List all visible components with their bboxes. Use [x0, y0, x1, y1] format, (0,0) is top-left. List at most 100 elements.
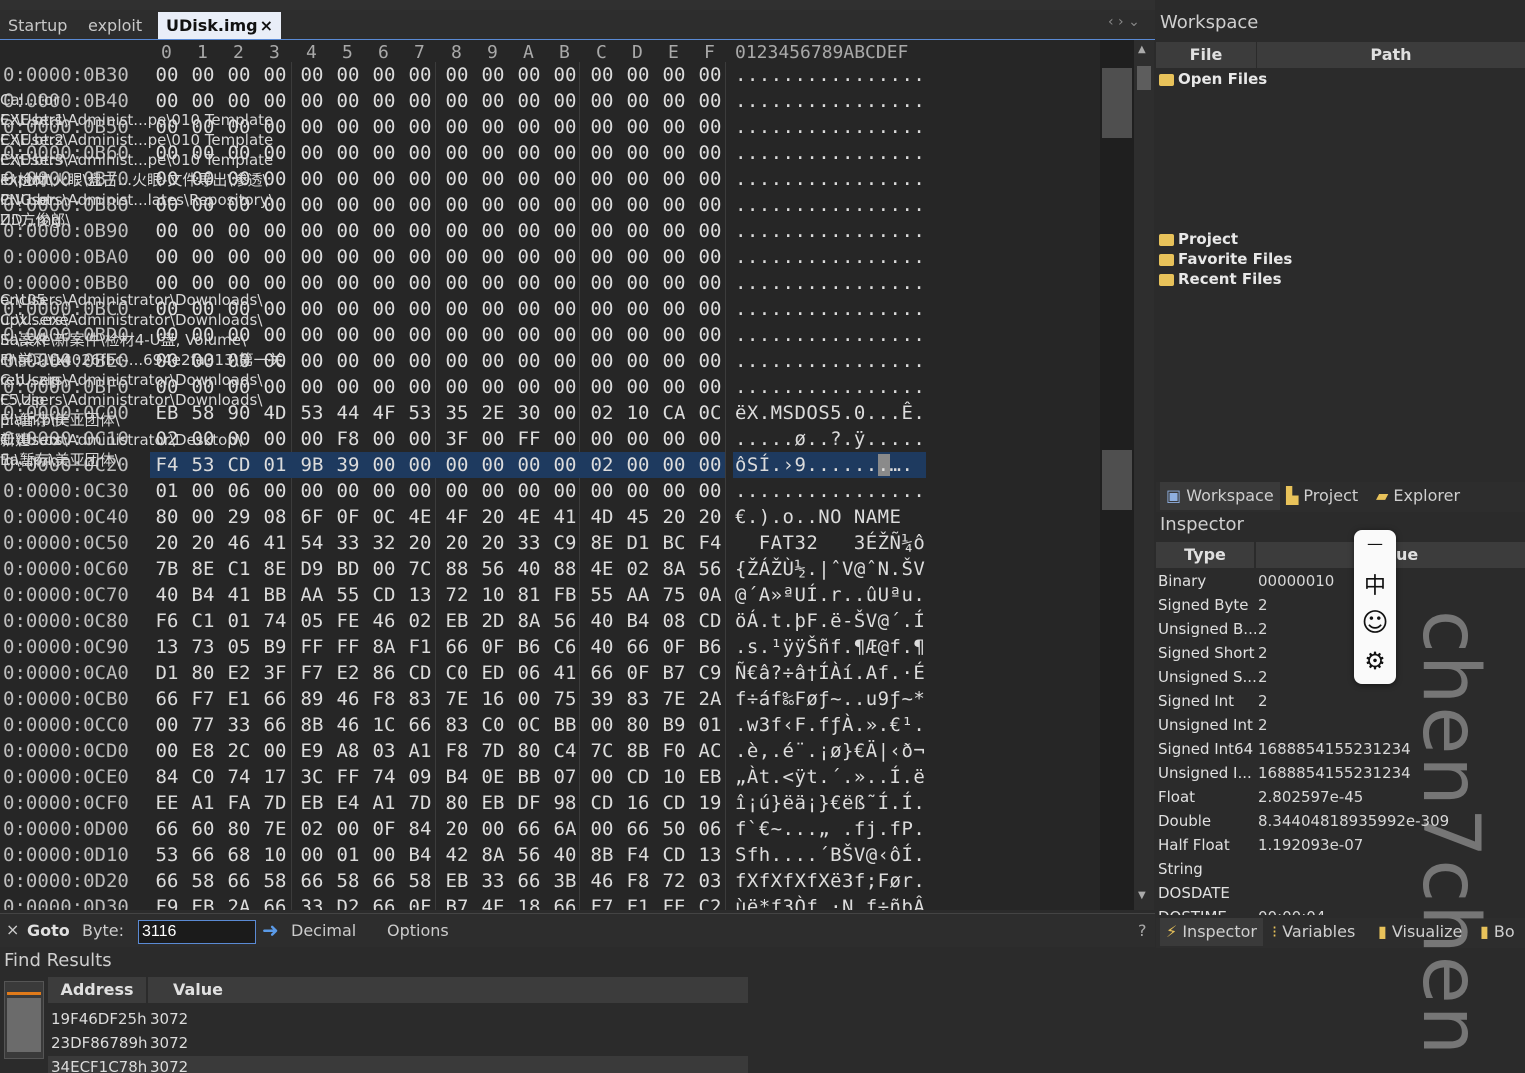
- hex-byte[interactable]: 00: [406, 88, 434, 114]
- hex-byte[interactable]: CD: [696, 608, 724, 634]
- hex-byte[interactable]: 00: [443, 88, 471, 114]
- hex-byte[interactable]: 00: [624, 348, 652, 374]
- row-ascii[interactable]: ................: [735, 478, 925, 504]
- hex-byte[interactable]: 00: [298, 192, 326, 218]
- hex-byte[interactable]: 00: [479, 348, 507, 374]
- hex-byte[interactable]: 00: [696, 374, 724, 400]
- row-ascii[interactable]: ................: [735, 348, 925, 374]
- hex-byte[interactable]: 00: [189, 62, 217, 88]
- hex-byte[interactable]: 00: [334, 244, 362, 270]
- find-result-row[interactable]: 19F46DF25h 3072: [48, 1008, 748, 1032]
- hex-byte[interactable]: B7: [660, 660, 688, 686]
- hex-byte[interactable]: 80: [225, 816, 253, 842]
- hex-byte[interactable]: 10: [624, 400, 652, 426]
- hex-byte[interactable]: 00: [588, 114, 616, 140]
- tab-udisk[interactable]: UDisk.img ×: [158, 12, 282, 39]
- hex-byte[interactable]: 80: [624, 712, 652, 738]
- hex-byte[interactable]: 1C: [370, 712, 398, 738]
- hex-row[interactable]: 0:0000:0C20 F4 53 CD 01 9B 39 00 00 00 00 00 00 02 00 0…: [0, 452, 1100, 478]
- hex-byte[interactable]: 09: [406, 764, 434, 790]
- hex-byte[interactable]: EE: [153, 790, 181, 816]
- hex-byte[interactable]: 07: [551, 764, 579, 790]
- hex-byte[interactable]: 00: [298, 166, 326, 192]
- hex-byte[interactable]: 98: [551, 790, 579, 816]
- hex-row[interactable]: 0:0000:0C60 7B 8E C1 8E D9 BD 00 7C 88 56 40 88 4E 02 8…: [0, 556, 1100, 582]
- hex-byte[interactable]: EB: [696, 764, 724, 790]
- inspector-value[interactable]: 2: [1258, 665, 1268, 689]
- row-ascii[interactable]: ................: [735, 244, 925, 270]
- hex-byte[interactable]: 00: [588, 192, 616, 218]
- hex-byte[interactable]: 00: [551, 166, 579, 192]
- hex-byte[interactable]: 0F: [624, 660, 652, 686]
- hex-byte[interactable]: 00: [370, 842, 398, 868]
- hex-byte[interactable]: EB: [189, 894, 217, 910]
- hex-byte[interactable]: 00: [551, 114, 579, 140]
- hex-byte[interactable]: 0A: [696, 582, 724, 608]
- hex-byte[interactable]: D1: [153, 660, 181, 686]
- hex-byte[interactable]: 33: [225, 712, 253, 738]
- hex-byte[interactable]: 00: [479, 244, 507, 270]
- row-ascii[interactable]: Ñ€â?÷â†ÍÀí.Af.·É: [735, 660, 925, 686]
- inspector-value[interactable]: 2: [1258, 641, 1268, 665]
- hex-byte[interactable]: 00: [406, 478, 434, 504]
- hex-byte[interactable]: 00: [624, 114, 652, 140]
- hex-byte[interactable]: 13: [696, 842, 724, 868]
- hex-byte[interactable]: 33: [479, 868, 507, 894]
- row-ascii[interactable]: FAT32 3ÉŽÑ¼ô: [735, 530, 925, 556]
- hex-byte[interactable]: 88: [443, 556, 471, 582]
- hex-byte[interactable]: 0C: [370, 504, 398, 530]
- hex-byte[interactable]: 53: [298, 400, 326, 426]
- hex-byte[interactable]: 58: [406, 868, 434, 894]
- hex-byte[interactable]: 00: [624, 478, 652, 504]
- hex-byte[interactable]: C0: [479, 712, 507, 738]
- hex-byte[interactable]: 58: [334, 868, 362, 894]
- hex-byte[interactable]: 00: [443, 322, 471, 348]
- hex-byte[interactable]: 66: [261, 712, 289, 738]
- hex-byte[interactable]: E8: [189, 738, 217, 764]
- hex-byte[interactable]: F4: [624, 842, 652, 868]
- hex-byte[interactable]: 66: [443, 634, 471, 660]
- hex-row[interactable]: 0:0000:0C90 13 73 05 B9 FF FF 8A F1 66 0F B6 C6 40 66 0…: [0, 634, 1100, 660]
- hex-row[interactable]: 0:0000:0C70 40 B4 41 BB AA 55 CD 13 72 10 81 FB 55 AA 7…: [0, 582, 1100, 608]
- hex-byte[interactable]: 7C: [588, 738, 616, 764]
- hex-row[interactable]: 0:0000:0D00 66 60 80 7E 02 00 0F 84 20 00 66 6A 00 66 5…: [0, 816, 1100, 842]
- row-ascii[interactable]: €.).o..NO NAME: [735, 504, 925, 530]
- hex-byte[interactable]: 00: [406, 452, 434, 478]
- hex-byte[interactable]: 00: [624, 244, 652, 270]
- hex-byte[interactable]: F8: [334, 426, 362, 452]
- close-icon[interactable]: ×: [260, 16, 273, 35]
- hex-byte[interactable]: 20: [479, 504, 507, 530]
- hex-byte[interactable]: B6: [515, 634, 543, 660]
- hex-byte[interactable]: 00: [588, 712, 616, 738]
- hex-byte[interactable]: 66: [624, 634, 652, 660]
- hex-byte[interactable]: 4D: [588, 504, 616, 530]
- hex-byte[interactable]: B4: [624, 608, 652, 634]
- hex-byte[interactable]: 00: [370, 166, 398, 192]
- hex-byte[interactable]: 00: [660, 140, 688, 166]
- hex-byte[interactable]: 55: [588, 582, 616, 608]
- hex-byte[interactable]: EB: [443, 608, 471, 634]
- hex-byte[interactable]: 2C: [225, 738, 253, 764]
- hex-byte[interactable]: 10: [261, 842, 289, 868]
- inspector-value[interactable]: 2.802597e-45: [1258, 785, 1363, 809]
- hex-byte[interactable]: 74: [261, 608, 289, 634]
- hex-byte[interactable]: 00: [298, 114, 326, 140]
- hex-byte[interactable]: 0F: [479, 634, 507, 660]
- hex-byte[interactable]: BB: [551, 712, 579, 738]
- find-result-row[interactable]: 34ECF1C78h 3072: [48, 1056, 748, 1073]
- hex-byte[interactable]: 4D: [261, 400, 289, 426]
- hex-byte[interactable]: AA: [298, 582, 326, 608]
- hex-byte[interactable]: 32: [370, 530, 398, 556]
- hex-byte[interactable]: 00: [588, 426, 616, 452]
- hex-byte[interactable]: 00: [443, 452, 471, 478]
- hex-byte[interactable]: 66: [189, 842, 217, 868]
- hex-byte[interactable]: 0C: [696, 400, 724, 426]
- hex-byte[interactable]: 00: [370, 114, 398, 140]
- hex-byte[interactable]: 00: [479, 452, 507, 478]
- hex-byte[interactable]: 18: [515, 894, 543, 910]
- hex-byte[interactable]: F1: [624, 894, 652, 910]
- hex-byte[interactable]: 00: [479, 270, 507, 296]
- hex-byte[interactable]: FF: [515, 426, 543, 452]
- hex-byte[interactable]: B9: [261, 634, 289, 660]
- hex-byte[interactable]: 66: [551, 894, 579, 910]
